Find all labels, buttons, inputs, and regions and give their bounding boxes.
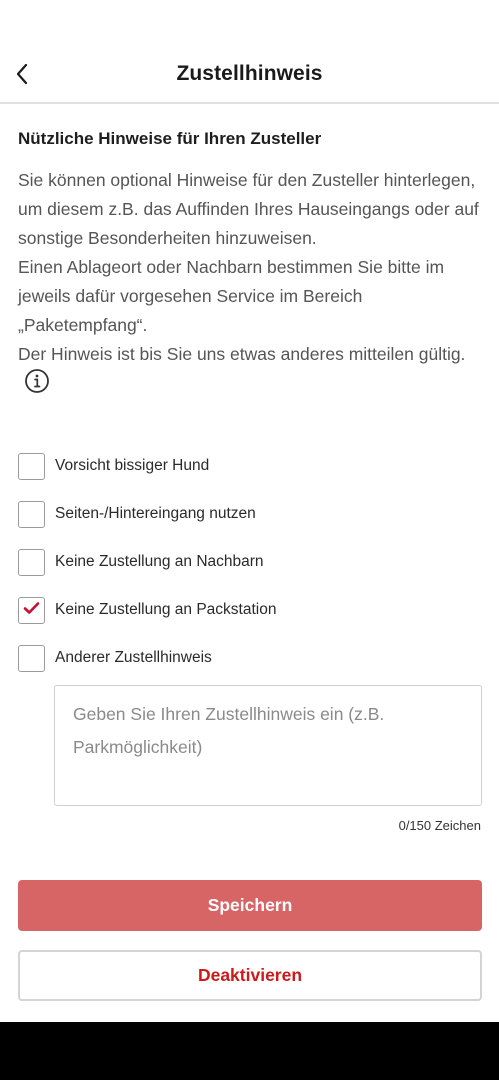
checkmark-icon bbox=[23, 601, 40, 620]
note-field-wrapper bbox=[54, 685, 482, 806]
option-vorsicht-hund[interactable]: Vorsicht bissiger Hund bbox=[18, 452, 209, 480]
option-keine-packstation[interactable]: Keine Zustellung an Packstation bbox=[18, 596, 276, 624]
option-label: Seiten-/Hintereingang nutzen bbox=[55, 505, 256, 522]
intro-text: Sie können optional Hinweise für den Zus… bbox=[18, 166, 488, 398]
option-label: Vorsicht bissiger Hund bbox=[55, 457, 210, 474]
option-anderer-hinweis[interactable]: Anderer Zustellhinweis bbox=[18, 644, 212, 672]
section-heading: Nützliche Hinweise für Ihren Zusteller bbox=[18, 129, 322, 148]
checkbox[interactable] bbox=[18, 548, 45, 576]
intro-paragraph-3: Der Hinweis ist bis Sie uns etwas andere… bbox=[18, 340, 488, 398]
option-label: Anderer Zustellhinweis bbox=[55, 649, 212, 666]
checkbox[interactable] bbox=[18, 644, 45, 672]
page-title: Zustellhinweis bbox=[176, 62, 323, 85]
save-button[interactable]: Speichern bbox=[18, 880, 482, 931]
checkbox-checked[interactable] bbox=[18, 596, 45, 624]
checkbox[interactable] bbox=[18, 500, 45, 528]
intro-paragraph-1: Sie können optional Hinweise für den Zus… bbox=[18, 170, 479, 248]
option-label: Keine Zustellung an Nachbarn bbox=[55, 553, 264, 570]
option-keine-nachbarn[interactable]: Keine Zustellung an Nachbarn bbox=[18, 548, 264, 576]
system-navigation-bar bbox=[0, 1022, 499, 1080]
checkbox[interactable] bbox=[18, 452, 45, 480]
deactivate-button[interactable]: Deaktivieren bbox=[18, 950, 482, 1001]
note-textarea[interactable] bbox=[55, 686, 481, 805]
intro-paragraph-3-text: Der Hinweis ist bis Sie uns etwas andere… bbox=[18, 344, 466, 364]
option-seiteneingang[interactable]: Seiten-/Hintereingang nutzen bbox=[18, 500, 256, 528]
character-counter: 0/150 Zeichen bbox=[398, 818, 481, 833]
delivery-note-screen: Zustellhinweis Nützliche Hinweise für Ih… bbox=[0, 0, 499, 1080]
intro-paragraph-2: Einen Ablageort oder Nachbarn bestimmen … bbox=[18, 257, 445, 335]
option-label: Keine Zustellung an Packstation bbox=[55, 601, 277, 618]
info-icon[interactable] bbox=[24, 368, 50, 394]
app-header: Zustellhinweis bbox=[0, 0, 499, 104]
